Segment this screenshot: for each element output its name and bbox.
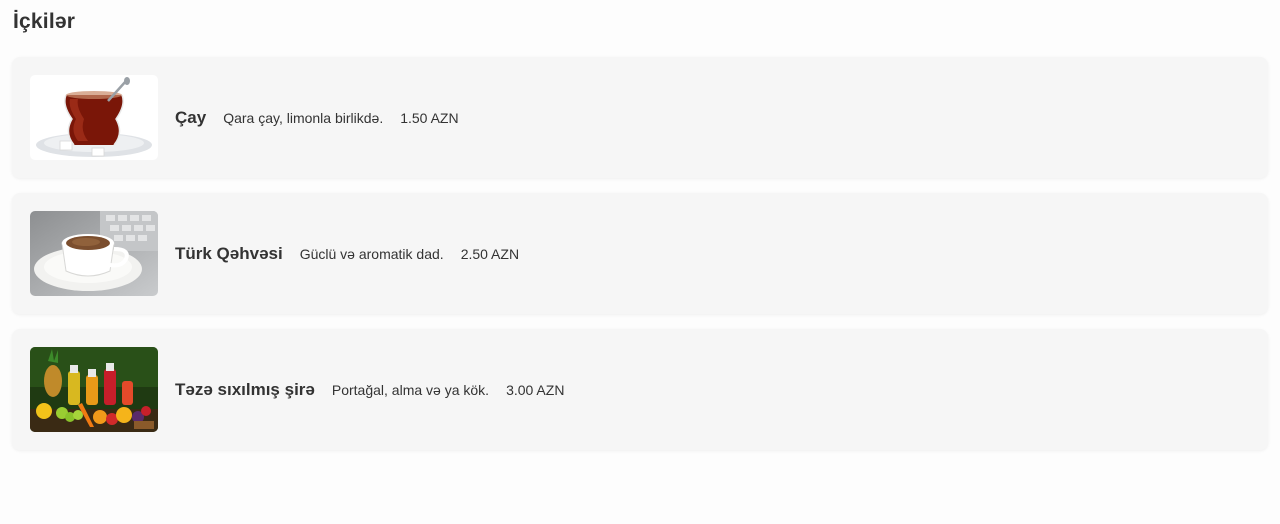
menu-page: İçkilər Çay Qara çay, limonla birlikdə. …: [0, 0, 1280, 524]
section-title: İçkilər: [13, 10, 76, 33]
tea-glass-image: [30, 75, 158, 160]
turkish-coffee-image: [30, 211, 158, 296]
fresh-juice-image: [30, 347, 158, 432]
menu-item-card[interactable]: Təzə sıxılmış şirə Portağal, alma və ya …: [12, 329, 1268, 450]
menu-list: Çay Qara çay, limonla birlikdə. 1.50 AZN: [12, 57, 1268, 465]
item-price: 2.50 AZN: [460, 245, 520, 262]
item-price: 1.50 AZN: [400, 109, 459, 126]
item-description: Qara çay, limonla birlikdə.: [223, 109, 384, 126]
item-price: 3.00 AZN: [506, 381, 565, 398]
menu-item-card[interactable]: Çay Qara çay, limonla birlikdə. 1.50 AZN: [12, 57, 1268, 178]
item-description: Güclü və aromatik dad.: [299, 245, 444, 262]
item-name: Türk Qəhvəsi: [175, 243, 283, 263]
item-description: Portağal, alma və ya kök.: [331, 381, 490, 398]
item-name: Çay: [175, 107, 207, 127]
menu-item-card[interactable]: Türk Qəhvəsi Güclü və aromatik dad. 2.50…: [12, 193, 1268, 314]
item-name: Təzə sıxılmış şirə: [175, 379, 315, 399]
